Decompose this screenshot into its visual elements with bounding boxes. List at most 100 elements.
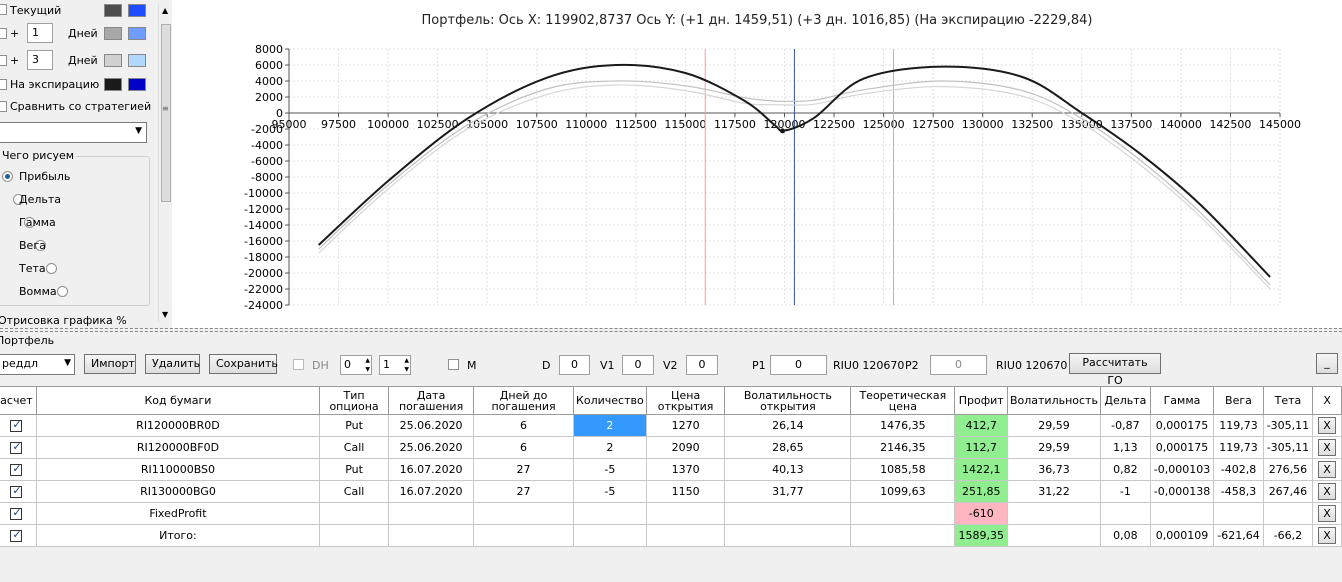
table-cell[interactable]: 25.06.2020 (388, 414, 475, 437)
table-row[interactable]: RI120000BR0DPut25.06.202062127026,141476… (0, 414, 1342, 437)
table-cell[interactable]: 28,65 (724, 436, 852, 459)
plus3-checkbox[interactable] (0, 55, 7, 69)
table-cell[interactable] (645, 502, 726, 525)
table-cell[interactable]: 25.06.2020 (388, 436, 475, 459)
remove-row-cell[interactable]: X (1312, 524, 1342, 547)
table-cell[interactable]: 40,13 (724, 458, 852, 481)
d-input[interactable]: 0 (559, 355, 590, 375)
table-cell[interactable]: -5 (573, 458, 647, 481)
strategy-combobox[interactable]: ▼ (0, 122, 147, 143)
checkbox-icon[interactable] (10, 462, 23, 476)
table-cell[interactable]: -621,64 (1213, 524, 1264, 547)
table-cell[interactable]: 36,73 (1006, 458, 1101, 481)
plus1-checkbox[interactable] (0, 28, 7, 42)
table-cell[interactable]: Put (319, 414, 390, 437)
table-cell[interactable]: 276,56 (1262, 458, 1314, 481)
table-cell[interactable]: -66,2 (1262, 524, 1314, 547)
table-cell[interactable]: 26,14 (724, 414, 852, 437)
table-cell[interactable]: 1,13 (1099, 436, 1151, 459)
portfolio-combobox[interactable]: реддл ▼ (0, 354, 75, 375)
table-cell[interactable]: 0,000109 (1149, 524, 1215, 547)
delete-button[interactable]: Удалить (145, 354, 200, 374)
table-cell[interactable] (388, 524, 475, 547)
table-cell[interactable]: 31,22 (1006, 480, 1101, 503)
column-header[interactable]: Цена открытия (645, 386, 726, 415)
v2-input[interactable]: 0 (686, 355, 718, 375)
table-cell[interactable]: 0,000175 (1149, 436, 1215, 459)
current-checkbox[interactable] (0, 4, 7, 18)
spin-input-1[interactable]: 0 ▲ ▼ (340, 355, 372, 375)
table-cell[interactable]: 2146,35 (850, 436, 956, 459)
plus1-color-swatch[interactable] (104, 27, 122, 40)
checkbox-icon[interactable] (10, 528, 23, 542)
spin-arrows-icon[interactable]: ▲ ▼ (404, 356, 409, 374)
calc-checkbox-cell[interactable] (0, 480, 37, 503)
table-cell[interactable] (1262, 502, 1314, 525)
v1-input[interactable]: 0 (622, 355, 654, 375)
table-cell[interactable]: 2090 (645, 436, 726, 459)
column-header[interactable]: Дата погашения (388, 386, 475, 415)
column-header[interactable]: Тип опциона (319, 386, 390, 415)
table-cell[interactable]: 251,85 (954, 480, 1008, 503)
column-header[interactable]: асчет (0, 386, 37, 415)
remove-row-cell[interactable]: X (1312, 458, 1342, 481)
table-cell[interactable]: RI120000BR0D (35, 414, 321, 437)
plus3-days-input[interactable]: 3 (27, 50, 53, 70)
radio-1[interactable] (2, 171, 13, 182)
table-cell[interactable] (850, 524, 956, 547)
remove-row-cell[interactable]: X (1312, 414, 1342, 437)
p2-input[interactable]: 0 (930, 355, 987, 375)
column-header[interactable]: Гамма (1149, 386, 1215, 415)
table-cell[interactable]: 1099,63 (850, 480, 956, 503)
table-cell[interactable] (1149, 502, 1215, 525)
column-header[interactable]: X (1312, 386, 1342, 415)
table-cell[interactable] (850, 502, 956, 525)
table-cell[interactable]: 1270 (645, 414, 726, 437)
checkbox-icon[interactable] (10, 418, 23, 432)
table-cell[interactable] (319, 524, 390, 547)
table-cell[interactable]: -458,3 (1213, 480, 1264, 503)
table-cell[interactable]: 412,7 (954, 414, 1008, 437)
calc-go-button[interactable]: Рассчитать ГО (1069, 353, 1161, 387)
splitter[interactable] (0, 328, 1342, 332)
table-cell[interactable] (724, 524, 852, 547)
table-cell[interactable]: 119,73 (1213, 436, 1264, 459)
remove-row-button[interactable]: X (1318, 417, 1337, 434)
spin-input-2[interactable]: 1 ▲ ▼ (379, 355, 411, 375)
calc-checkbox-cell[interactable] (0, 414, 37, 437)
table-cell[interactable] (645, 524, 726, 547)
table-row[interactable]: FixedProfit -610 X (0, 502, 1342, 525)
table-cell[interactable]: -0,000103 (1149, 458, 1215, 481)
minimize-button[interactable]: _ (1316, 353, 1338, 374)
table-cell[interactable]: 0,08 (1099, 524, 1151, 547)
column-header[interactable]: Вега (1213, 386, 1264, 415)
radio-6[interactable] (57, 286, 68, 297)
calc-checkbox-cell[interactable] (0, 458, 37, 481)
table-row[interactable]: RI110000BS0Put16.07.202027-5137040,13108… (0, 458, 1342, 481)
checkbox-icon[interactable] (10, 440, 23, 454)
column-header[interactable]: Теоретическая цена (850, 386, 956, 415)
remove-row-button[interactable]: X (1318, 527, 1337, 544)
plus1-color-swatch-2[interactable] (128, 27, 146, 40)
table-cell[interactable]: 29,59 (1006, 436, 1101, 459)
plus3-color-swatch-2[interactable] (128, 54, 146, 67)
table-cell[interactable]: 1370 (645, 458, 726, 481)
compare-checkbox[interactable] (0, 101, 7, 115)
current-color-swatch[interactable] (104, 4, 122, 17)
calc-checkbox-cell[interactable] (0, 524, 37, 547)
table-cell[interactable]: Put (319, 458, 390, 481)
plus3-color-swatch[interactable] (104, 54, 122, 67)
radio-5[interactable] (46, 263, 57, 274)
checkbox-icon[interactable] (10, 484, 23, 498)
remove-row-cell[interactable]: X (1312, 480, 1342, 503)
table-cell[interactable]: 1150 (645, 480, 726, 503)
table-row[interactable]: Итого: 1589,35 0,080,000109-621,64-66,2X (0, 524, 1342, 547)
payoff-chart[interactable]: 80006000400020000-2000-4000-6000-8000-10… (172, 0, 1342, 328)
column-header[interactable]: Тета (1262, 386, 1314, 415)
p1-input[interactable]: 0 (770, 355, 827, 375)
table-cell[interactable]: FixedProfit (35, 502, 321, 525)
table-cell[interactable]: 16.07.2020 (388, 480, 475, 503)
table-cell[interactable]: 6 (473, 436, 575, 459)
table-cell[interactable]: Call (319, 480, 390, 503)
table-cell[interactable]: 112,7 (954, 436, 1008, 459)
